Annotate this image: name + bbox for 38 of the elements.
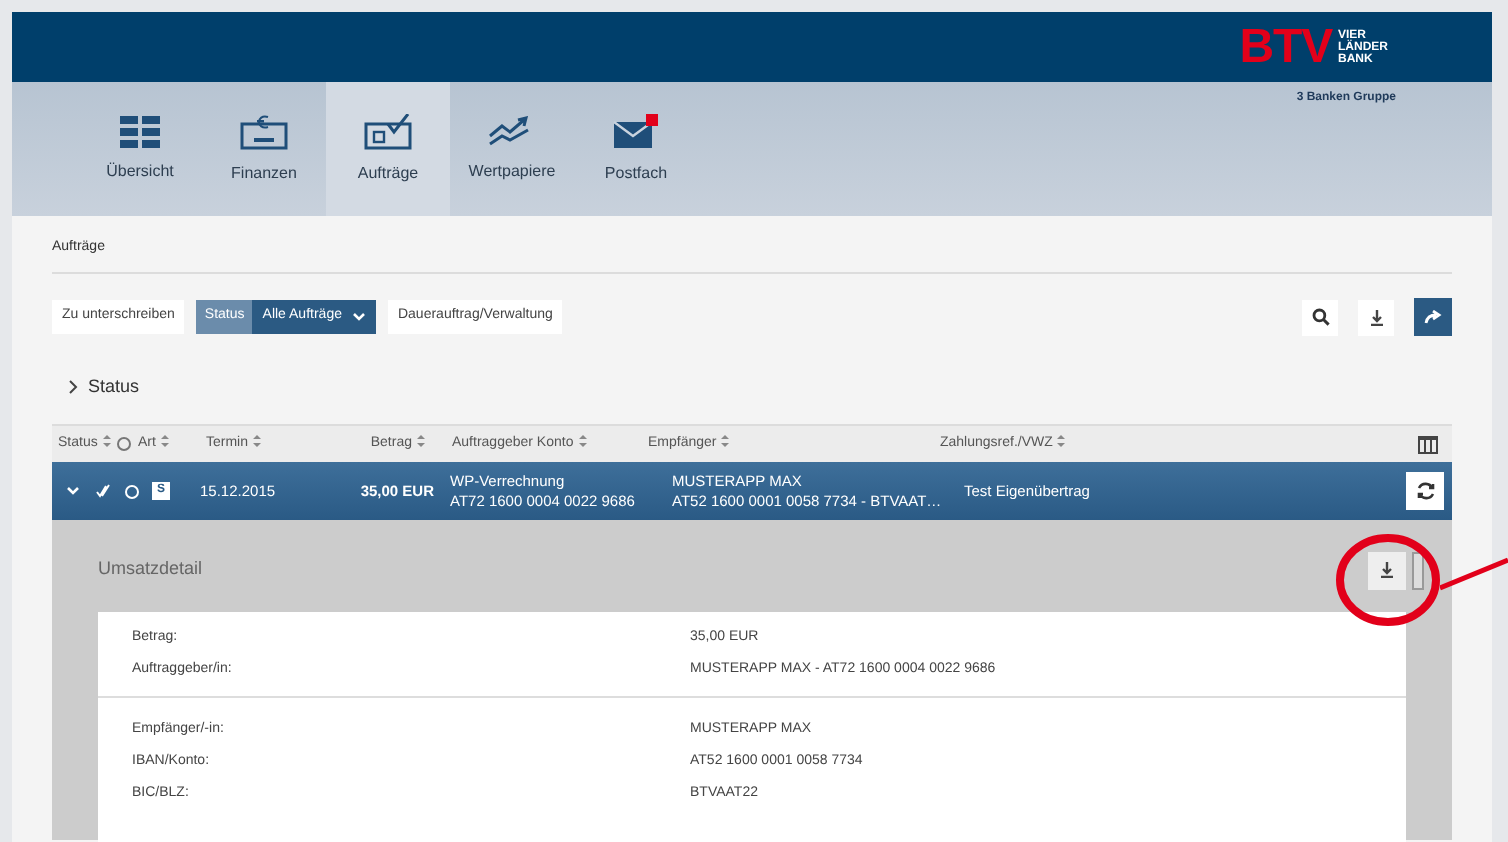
chevron-down-icon[interactable] (66, 486, 80, 496)
logo-mark: BTV (1239, 24, 1332, 72)
chevron-right-icon (68, 379, 78, 394)
download-icon (1380, 562, 1394, 578)
double-check-icon (96, 484, 112, 498)
sort-icon (577, 434, 588, 449)
sort-icon (416, 434, 426, 449)
share-button[interactable] (1414, 298, 1452, 336)
envelope-icon (612, 113, 660, 149)
sort-icon (159, 434, 170, 449)
nav-tab[interactable]: Aufträge (326, 82, 450, 216)
forward-arrow-icon (1424, 310, 1442, 324)
radio-icon (124, 483, 140, 499)
radio-icon (116, 436, 132, 452)
sort-icon (1056, 434, 1067, 449)
detail-title: Umsatzdetail (98, 556, 205, 583)
refresh-button[interactable] (1406, 472, 1444, 510)
document-check-icon (364, 113, 412, 149)
refresh-icon (1415, 482, 1435, 500)
chevron-down-icon (351, 312, 366, 322)
grid-icon (120, 115, 160, 147)
download-button[interactable] (1358, 299, 1394, 335)
download-button[interactable] (1368, 551, 1406, 589)
nav-tab[interactable]: Finanzen (202, 82, 326, 216)
nav-tab[interactable]: Wertpapiere (450, 82, 574, 216)
search-icon (1311, 308, 1329, 326)
search-button[interactable] (1302, 299, 1338, 335)
columns-icon[interactable] (1418, 435, 1438, 453)
download-icon (1369, 309, 1383, 325)
banknote-icon (240, 113, 288, 149)
sort-icon (720, 434, 731, 449)
sort-icon (101, 434, 112, 449)
nav-tab[interactable]: Postfach (574, 82, 698, 216)
partial-button[interactable] (1412, 551, 1424, 589)
nav-tab[interactable]: Übersicht (78, 82, 202, 216)
sort-icon (252, 434, 263, 449)
annotation-line (1440, 556, 1508, 592)
status-section-toggle[interactable]: Status (68, 373, 140, 400)
